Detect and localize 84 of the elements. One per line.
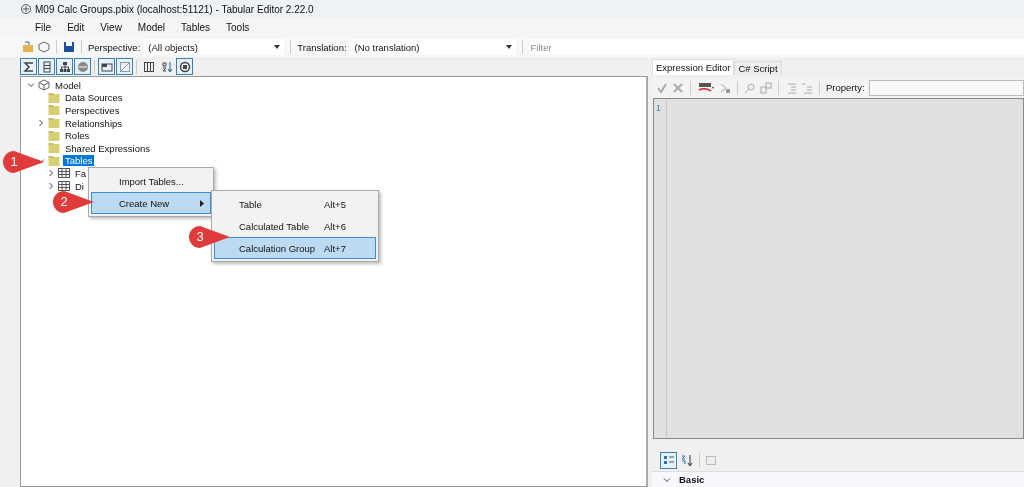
folder-icon (48, 117, 60, 130)
menu-item[interactable]: Table Alt+5 (214, 193, 376, 215)
translation-dropdown[interactable]: (No translation) (350, 39, 516, 55)
toolbar-toggle[interactable] (74, 58, 91, 75)
property-field[interactable] (868, 79, 1024, 96)
toolbar-toggle[interactable] (20, 58, 37, 75)
chevron-down-icon[interactable] (26, 81, 35, 90)
shape-icon (76, 60, 89, 73)
replace-icon (760, 81, 772, 94)
perspective-label: Perspective: (88, 41, 141, 53)
menu-item[interactable]: Tables (174, 22, 217, 33)
pages-icon (705, 454, 717, 467)
window-icon (100, 60, 113, 73)
chevron-right-icon[interactable] (46, 169, 55, 178)
menu-item[interactable]: File (28, 22, 59, 33)
save-icon (63, 41, 75, 53)
menu-item[interactable]: Calculation Group Alt+7 (214, 237, 376, 259)
database-icon (178, 60, 191, 73)
sigma-icon (22, 60, 35, 73)
tree-item[interactable]: Shared Expressions (63, 142, 153, 154)
toolbar-toggle[interactable] (98, 58, 115, 75)
search-icon (744, 81, 756, 94)
toolbar-toggle[interactable] (56, 58, 73, 75)
callout-number: 3 (195, 229, 205, 244)
folder-icon (48, 154, 60, 167)
callout-number: 1 (9, 154, 19, 169)
sort-az-icon (680, 454, 694, 467)
menu-item[interactable]: View (93, 22, 129, 33)
dropdown-caret-icon (505, 45, 512, 49)
columns-icon (142, 60, 155, 73)
menu-item[interactable]: Import Tables... (91, 170, 211, 192)
hidden-icon (118, 60, 131, 73)
folder-icon (48, 129, 60, 142)
chevron-right-icon[interactable] (46, 182, 55, 191)
tree-item[interactable]: Fa (73, 167, 89, 179)
translation-label: Translation: (297, 41, 347, 53)
toolbar-toggle[interactable] (38, 58, 55, 75)
column-icon (40, 60, 53, 73)
categorized-icon (662, 454, 675, 467)
format-icon (697, 81, 715, 94)
dropdown-caret-icon (274, 45, 281, 49)
menu-item[interactable]: Calculated Table Alt+6 (214, 215, 376, 237)
tab[interactable]: Expression Editor (652, 59, 735, 75)
window-title: M09 Calc Groups.pbix (localhost:51121) - Tabular Editor 2.22.0 (35, 3, 314, 15)
menu-item[interactable]: Create New (91, 192, 211, 214)
hierarchy-icon (58, 60, 71, 73)
tree-item[interactable]: Model (53, 79, 83, 91)
arrow-icon (719, 81, 731, 94)
callout-marker (186, 223, 232, 251)
app-icon (20, 3, 32, 15)
open-folder-icon (22, 41, 34, 53)
table-icon (58, 180, 70, 193)
table-icon (58, 167, 70, 180)
folder-icon (48, 91, 60, 104)
property-label: Property: (826, 82, 865, 94)
cube-icon (38, 41, 50, 53)
tree-item[interactable]: Roles (63, 130, 92, 142)
filter-field[interactable]: Filter (528, 39, 1024, 55)
tree-item[interactable]: Relationships (63, 117, 125, 129)
callout-marker (0, 148, 46, 176)
perspective-dropdown[interactable]: (All objects) (144, 39, 285, 55)
tab[interactable]: C# Script (734, 61, 782, 75)
menu-item[interactable]: Model (130, 22, 173, 33)
tree-item[interactable]: Di (73, 180, 86, 192)
tree-item[interactable]: Data Sources (63, 92, 125, 104)
sort-icon (160, 60, 173, 73)
callout-number: 2 (59, 194, 69, 209)
section-header: Basic (679, 474, 705, 486)
toolbar-toggle[interactable] (176, 58, 193, 75)
menu-item[interactable]: Tools (219, 22, 257, 33)
check-icon (656, 81, 668, 94)
categorized-button[interactable] (660, 451, 677, 469)
chevron-down-icon[interactable] (662, 475, 671, 484)
tree-item[interactable]: Tables (63, 155, 95, 167)
menu-item[interactable]: Edit (60, 22, 92, 33)
callout-marker (50, 188, 96, 216)
line-number: 1 (656, 102, 661, 113)
chevron-right-icon[interactable] (36, 119, 45, 128)
cube-icon (38, 79, 50, 92)
folder-icon (48, 142, 60, 155)
tree-item[interactable]: Perspectives (63, 105, 122, 116)
toolbar-toggle[interactable] (116, 58, 133, 75)
folder-icon (48, 104, 60, 117)
close-icon (672, 81, 684, 94)
